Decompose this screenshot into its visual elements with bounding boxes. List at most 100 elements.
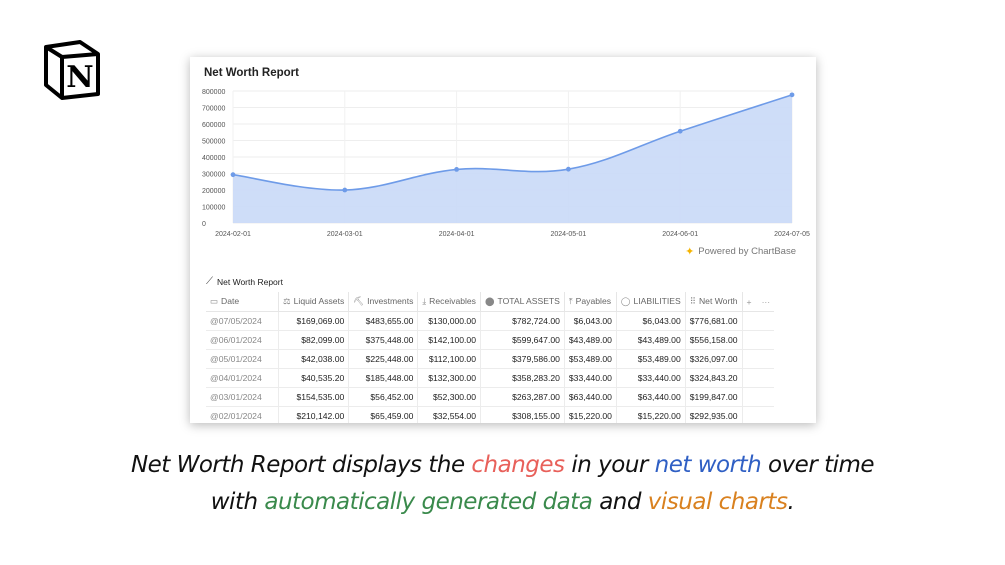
value-cell: $324,843.20: [685, 368, 743, 388]
table-row[interactable]: @02/01/2024 $210,142.00 $65,459.00 $32,554.…: [206, 406, 775, 423]
powered-by-label: Powered by ChartBase: [698, 246, 796, 257]
caption-line-2: with automatically generated data and vi…: [0, 489, 1005, 515]
caption-segment: .: [787, 489, 795, 515]
table-row[interactable]: @07/05/2024 $169,069.00 $483,655.00 $130,00…: [206, 311, 775, 331]
value-cell: $15,220.00: [616, 406, 686, 423]
value-cell: $169,069.00: [278, 311, 350, 331]
y-tick-label: 0: [202, 221, 206, 228]
value-cell: $53,489.00: [616, 349, 686, 369]
y-tick-label: 400000: [202, 155, 225, 162]
date-cell: @03/01/2024: [206, 387, 279, 407]
value-cell: $483,655.00: [348, 311, 419, 331]
value-cell: $112,100.00: [417, 349, 481, 369]
value-cell: $358,283.20: [480, 368, 565, 388]
value-cell: $776,681.00: [685, 311, 743, 331]
calendar-icon: ▭: [210, 296, 219, 306]
column-header-label: TOTAL ASSETS: [497, 296, 560, 306]
value-cell: $43,489.00: [564, 330, 617, 350]
empty-cell: [742, 311, 775, 331]
notion-logo-icon: N: [44, 40, 100, 100]
formula-icon: ⬤: [484, 296, 495, 306]
column-header[interactable]: ▭ Date: [206, 292, 279, 312]
value-cell: $65,459.00: [348, 406, 419, 423]
caption-segment: automatically generated data: [264, 489, 593, 515]
powered-by[interactable]: ✦ Powered by ChartBase: [685, 245, 796, 258]
caption-line-1: Net Worth Report displays the changes in…: [0, 452, 1005, 478]
x-tick-label: 2024-03-01: [327, 231, 363, 238]
table-row[interactable]: @04/01/2024 $40,535.20 $185,448.00 $132,300…: [206, 368, 775, 388]
date-cell: @04/01/2024: [206, 368, 279, 388]
column-header[interactable]: ⤓ Receivables: [417, 292, 481, 312]
table-row[interactable]: @03/01/2024 $154,535.00 $56,452.00 $52,300.…: [206, 387, 775, 407]
date-cell: @02/01/2024: [206, 406, 279, 423]
table-row[interactable]: @05/01/2024 $42,038.00 $225,448.00 $112,100…: [206, 349, 775, 369]
bank-icon: ⚖: [283, 296, 291, 306]
y-tick-label: 300000: [202, 172, 225, 179]
y-tick-label: 500000: [202, 139, 225, 146]
value-cell: $53,489.00: [564, 349, 617, 369]
value-cell: $33,440.00: [616, 368, 686, 388]
column-header-label: Date: [221, 296, 240, 306]
net-worth-table: ▭ Date ⚖ Liquid Assets ⛏ Investments ⤓ Receivab…: [206, 292, 775, 423]
value-cell: $210,142.00: [278, 406, 350, 423]
more-options-button[interactable]: ···: [762, 297, 771, 307]
empty-cell: [742, 387, 775, 407]
line-chart-icon: ⟋: [206, 276, 213, 287]
table-body: @07/05/2024 $169,069.00 $483,655.00 $130,00…: [206, 311, 775, 423]
value-cell: $154,535.00: [278, 387, 350, 407]
y-tick-label: 800000: [202, 89, 225, 96]
value-cell: $130,000.00: [417, 311, 481, 331]
value-cell: $42,038.00: [278, 349, 350, 369]
value-cell: $32,554.00: [417, 406, 481, 423]
value-cell: $63,440.00: [564, 387, 617, 407]
y-tick-label: 200000: [202, 188, 225, 195]
caption-segment: and: [592, 489, 648, 515]
column-header-label: LIABILITIES: [633, 296, 681, 306]
value-cell: $379,586.00: [480, 349, 565, 369]
value-cell: $33,440.00: [564, 368, 617, 388]
net-worth-area-chart: 800000 700000 600000 500000 400000 300000 2000…: [202, 89, 810, 238]
column-header[interactable]: ◯ LIABILITIES: [616, 292, 686, 312]
download-icon: ⤓: [422, 296, 427, 306]
caption-segment: Net Worth Report displays the: [130, 452, 472, 478]
value-cell: $375,448.00: [348, 330, 419, 350]
x-tick-label: 2024-02-01: [215, 231, 251, 238]
value-cell: $225,448.00: [348, 349, 419, 369]
value-cell: $292,935.00: [685, 406, 743, 423]
column-header[interactable]: ⤒ Payables: [564, 292, 617, 312]
column-header[interactable]: ⛏ Investments: [348, 292, 419, 312]
value-cell: $142,100.00: [417, 330, 481, 350]
value-cell: $782,724.00: [480, 311, 565, 331]
column-header[interactable]: ⚖ Liquid Assets: [278, 292, 350, 312]
table-row[interactable]: @06/01/2024 $82,099.00 $375,448.00 $142,100…: [206, 330, 775, 350]
column-header[interactable]: ⠿ Net Worth: [685, 292, 743, 312]
column-header-label: Net Worth: [698, 296, 738, 306]
column-header-label: Receivables: [429, 296, 476, 306]
table-title[interactable]: ⟋ Net Worth Report: [206, 276, 283, 287]
y-tick-label: 700000: [202, 106, 225, 113]
add-column-button[interactable]: +: [747, 297, 752, 307]
caption-segment: over time: [761, 452, 875, 478]
caption-segment: visual charts: [647, 489, 788, 515]
area-fill: [233, 94, 792, 224]
x-tick-label: 2024-05-01: [550, 231, 586, 238]
empty-cell: [742, 349, 775, 369]
data-point: [230, 172, 236, 178]
date-cell: @05/01/2024: [206, 349, 279, 369]
value-cell: $40,535.20: [278, 368, 350, 388]
empty-cell: [742, 368, 775, 388]
value-cell: $15,220.00: [564, 406, 617, 423]
x-tick-label: 2024-04-01: [439, 231, 475, 238]
header-actions: + ···: [742, 292, 775, 312]
table-header-row: ▭ Date ⚖ Liquid Assets ⛏ Investments ⤓ Receivab…: [206, 292, 775, 312]
report-card: Net Worth Report 800000 700000 600000 50000…: [190, 57, 816, 423]
column-header-label: Liquid Assets: [293, 296, 345, 306]
value-cell: $263,287.00: [480, 387, 565, 407]
value-cell: $185,448.00: [348, 368, 419, 388]
column-header[interactable]: ⬤ TOTAL ASSETS: [480, 292, 565, 312]
value-cell: $63,440.00: [616, 387, 686, 407]
circle-icon: ◯: [620, 296, 631, 306]
value-cell: $6,043.00: [616, 311, 686, 331]
notion-logo-letter: N: [66, 60, 93, 95]
data-point: [566, 166, 571, 172]
